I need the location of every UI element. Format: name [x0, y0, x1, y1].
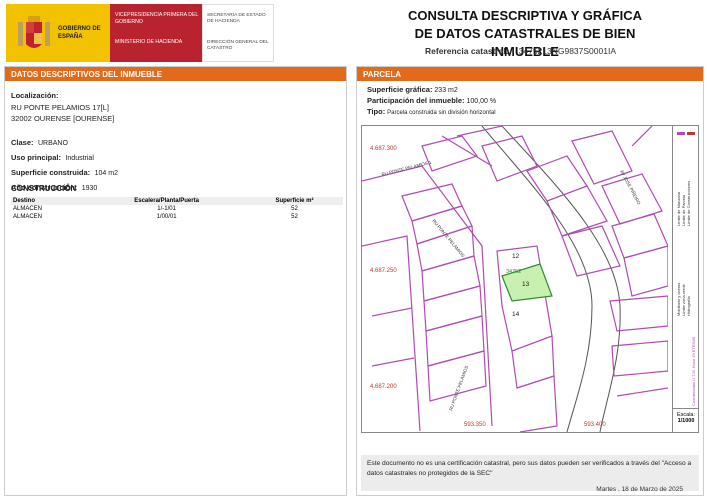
- uso-value: Industrial: [65, 155, 94, 162]
- superficie-label: Superficie construida:: [11, 168, 91, 177]
- clase-value: URBANO: [37, 140, 68, 147]
- parcel-number: 12: [512, 253, 520, 260]
- document-date: Martes , 18 de Marzo de 2025: [596, 486, 683, 493]
- coord-top: 4.687.300: [370, 146, 397, 152]
- clase-label: Clase:: [11, 138, 34, 147]
- ref-value: 3475213NG9837S0001IA: [518, 46, 617, 56]
- legend-swatch: [687, 132, 695, 135]
- secretaria-text: SECRETARÍA DE ESTADO DE HACIENDA: [207, 13, 266, 24]
- col-escalera: Escalera/Planta/Puerta: [87, 197, 246, 205]
- row-superficie: 52: [291, 214, 298, 220]
- ref-label: Referencia catastral:: [425, 46, 509, 56]
- table-row: ALMACEN 1/00/01 52: [11, 213, 343, 221]
- parcela-heading: PARCELA: [357, 67, 703, 81]
- row-escalera: 1/00/01: [156, 214, 177, 220]
- gov-red-band: VICEPRESIDENCIA PRIMERA DEL GOBIERNO MIN…: [110, 4, 202, 62]
- construction-table: Destino Escalera/Planta/Puerta Superfici…: [11, 197, 343, 221]
- map-drawing: 4.687.300 4.687.250 4.687.200 593.350 59…: [362, 126, 668, 432]
- sup-grafica-value: 233 m2: [434, 87, 458, 94]
- map-legend: Límite de Manzana Límite de Parcela Lími…: [672, 126, 698, 408]
- coord-x2: 593.400: [584, 422, 606, 428]
- coord-mid: 4.687.250: [370, 268, 397, 274]
- escala-value: 1/1000: [677, 418, 695, 424]
- parcel-number: 14: [512, 311, 520, 318]
- government-logo-block: GOBIERNO DE ESPAÑA VICEPRESIDENCIA PRIME…: [6, 4, 274, 62]
- street-label: RU PONTE PELAMIOS 1: [381, 160, 432, 177]
- cadastral-map[interactable]: 4.687.300 4.687.250 4.687.200 593.350 59…: [361, 125, 699, 433]
- legend-item: Límite de Construcciones: [686, 181, 691, 226]
- uso-label: Uso principal:: [11, 153, 62, 162]
- parcela-panel: PARCELA Superficie gráfica: 233 m2 Parti…: [356, 66, 704, 496]
- referencia-catastral: Referencia catastral: 3475213NG9837S0001I…: [425, 46, 616, 56]
- col-superficie: Superficie m²: [245, 197, 343, 205]
- legend-side-text: Coordenadas U.T.M. Huso 29 ETRS89: [691, 336, 696, 406]
- parcel-ref: 34752: [506, 269, 521, 275]
- coord-x1: 593.350: [464, 422, 486, 428]
- gov-white-band: SECRETARÍA DE ESTADO DE HACIENDA DIRECCI…: [202, 4, 274, 62]
- localizacion-label: Localización:: [11, 91, 59, 100]
- gov-yellow-band: GOBIERNO DE ESPAÑA: [6, 4, 110, 62]
- legend-drawing: Límite de Manzana Límite de Parcela Lími…: [676, 132, 696, 406]
- vicepresidencia-text: VICEPRESIDENCIA PRIMERA DEL GOBIERNO: [115, 12, 199, 25]
- construccion-title: CONSTRUCCIÓN: [11, 184, 77, 193]
- superficie-value: 104 m2: [94, 170, 118, 177]
- parcel-number: 13: [522, 281, 530, 288]
- title-line-1: CONSULTA DESCRIPTIVA Y GRÁFICA: [407, 8, 642, 23]
- descriptive-data-heading: DATOS DESCRIPTIVOS DEL INMUEBLE: [5, 67, 346, 81]
- row-escalera: 1/-1/01: [157, 206, 176, 212]
- col-destino: Destino: [11, 197, 88, 205]
- anio-value: 1930: [81, 185, 98, 192]
- participacion-label: Participación del inmueble:: [367, 96, 465, 105]
- table-header-row: Destino Escalera/Planta/Puerta Superfici…: [11, 197, 343, 205]
- descriptive-data-panel: DATOS DESCRIPTIVOS DEL INMUEBLE Localiza…: [4, 66, 347, 496]
- map-scale: Escala: 1/1000: [672, 408, 698, 432]
- sup-grafica-label: Superficie gráfica:: [367, 85, 433, 94]
- ministerio-text: MINISTERIO DE HACIENDA: [115, 39, 183, 45]
- row-superficie: 52: [291, 206, 298, 212]
- localizacion-line-1: RU PONTE PELAMIOS 17[L]: [11, 103, 109, 112]
- participacion-value: 100,00 %: [466, 98, 497, 105]
- row-destino: ALMACEN: [13, 214, 43, 220]
- legend-item: Hidrografía: [686, 295, 691, 316]
- direccion-text: DIRECCIÓN GENERAL DEL CATASTRO: [207, 40, 269, 51]
- street-label: RU PONTE PELAMIOS: [448, 365, 469, 411]
- tipo-value: Parcela construida sin división horizont…: [387, 110, 496, 116]
- coord-bot: 4.687.200: [370, 384, 397, 390]
- table-row: ALMACEN 1/-1/01 52: [11, 205, 343, 213]
- legend-swatch: [677, 132, 685, 135]
- gov-name: GOBIERNO DE ESPAÑA: [58, 26, 101, 40]
- coat-of-arms-icon: [18, 16, 50, 48]
- tipo-label: Tipo:: [367, 107, 386, 116]
- row-destino: ALMACEN: [13, 206, 43, 212]
- localizacion-line-2: 32002 OURENSE [OURENSE]: [11, 114, 115, 123]
